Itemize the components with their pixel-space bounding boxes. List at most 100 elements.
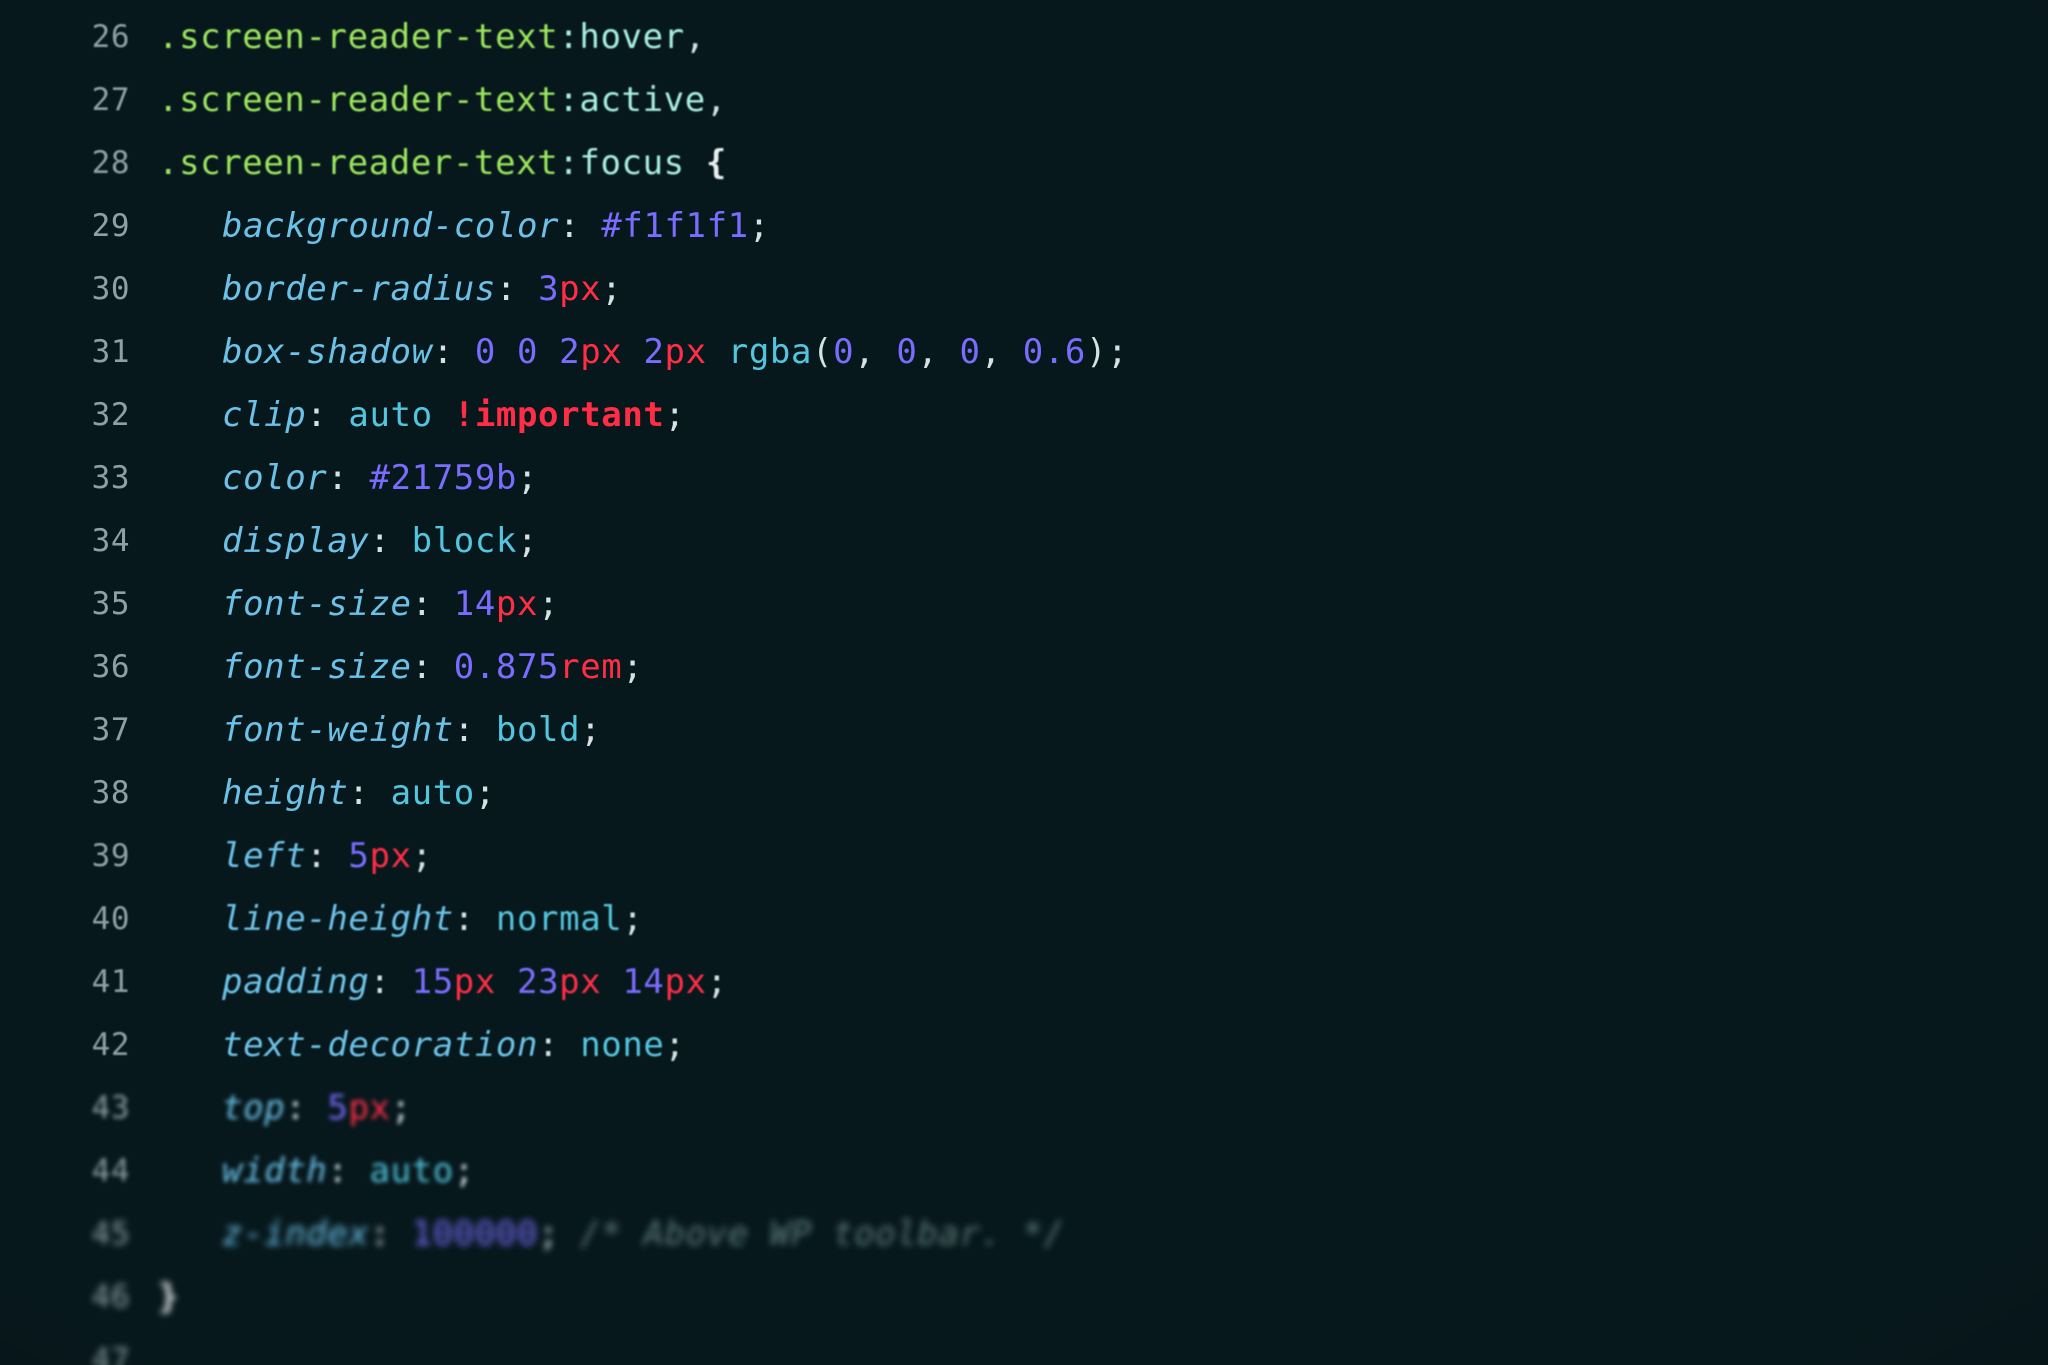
- code-line[interactable]: background-color: #f1f1f1;: [158, 195, 2048, 258]
- css-value-token: 2: [643, 332, 664, 372]
- line-number: 34: [92, 510, 130, 573]
- css-value-token: 0: [517, 332, 538, 372]
- semicolon: ;: [580, 710, 601, 750]
- line-number: 46: [92, 1266, 130, 1329]
- selector-trail: ,: [706, 80, 727, 120]
- code-line[interactable]: font-weight: bold;: [158, 699, 2048, 762]
- css-value-token: px: [580, 332, 622, 372]
- colon: :: [306, 836, 348, 876]
- line-number: 44: [92, 1140, 130, 1203]
- code-area[interactable]: .screen-reader-text:hover,.screen-reader…: [158, 6, 2048, 1365]
- semicolon: ;: [622, 647, 643, 687]
- code-line[interactable]: z-index: 100000; /* Above WP toolbar. */: [158, 1203, 2048, 1266]
- code-line[interactable]: border-radius: 3px;: [158, 258, 2048, 321]
- css-value-token: auto: [370, 1151, 454, 1191]
- css-pseudo: :hover: [558, 17, 684, 57]
- colon: :: [285, 1088, 327, 1128]
- code-line[interactable]: .screen-reader-text:hover,: [158, 6, 2048, 69]
- css-pseudo: :focus: [558, 143, 684, 183]
- semicolon: ;: [475, 773, 496, 813]
- line-number: 35: [92, 573, 130, 636]
- close-brace: }: [158, 1277, 179, 1317]
- code-line[interactable]: }: [158, 1266, 2048, 1329]
- semicolon: ;: [664, 395, 685, 435]
- css-value-token: px: [559, 962, 601, 1002]
- colon: :: [370, 1214, 412, 1254]
- code-line[interactable]: font-size: 14px;: [158, 573, 2048, 636]
- semicolon: ;: [412, 836, 433, 876]
- selector-trail: ,: [685, 17, 706, 57]
- code-line[interactable]: height: auto;: [158, 762, 2048, 825]
- semicolon: ;: [601, 269, 622, 309]
- colon: :: [412, 647, 454, 687]
- css-value-token: 0: [960, 332, 981, 372]
- css-value-token: 14: [454, 584, 496, 624]
- colon: :: [412, 584, 454, 624]
- code-line[interactable]: width: auto;: [158, 1140, 2048, 1203]
- line-number: 26: [92, 6, 130, 69]
- line-number: 28: [92, 132, 130, 195]
- css-property: border-radius: [222, 269, 496, 309]
- css-value-token: 5: [327, 1088, 348, 1128]
- code-line[interactable]: color: #21759b;: [158, 447, 2048, 510]
- css-property: padding: [222, 962, 370, 1002]
- css-value-token: 23: [517, 962, 559, 1002]
- code-line[interactable]: display: block;: [158, 510, 2048, 573]
- css-value-token: 100000: [412, 1214, 538, 1254]
- code-line[interactable]: box-shadow: 0 0 2px 2px rgba(0, 0, 0, 0.…: [158, 321, 2048, 384]
- code-line[interactable]: line-height: normal;: [158, 888, 2048, 951]
- css-pseudo: :active: [558, 80, 706, 120]
- css-property: font-size: [222, 584, 412, 624]
- colon: :: [454, 710, 496, 750]
- css-value-token: px: [665, 332, 707, 372]
- line-number: 27: [92, 69, 130, 132]
- code-line[interactable]: padding: 15px 23px 14px;: [158, 951, 2048, 1014]
- css-comment: /* Above WP toolbar. */: [580, 1214, 1065, 1254]
- code-line[interactable]: clip: auto !important;: [158, 384, 2048, 447]
- css-selector: .screen-reader-text: [158, 80, 558, 120]
- css-property: font-weight: [222, 710, 454, 750]
- line-number: 42: [92, 1014, 130, 1077]
- line-number: 45: [92, 1203, 130, 1266]
- css-selector: .screen-reader-text: [158, 17, 558, 57]
- css-value-token: 0.6: [1023, 332, 1086, 372]
- code-editor[interactable]: 2627282930313233343536373839404142434445…: [0, 0, 2048, 1365]
- css-property: top: [222, 1088, 285, 1128]
- css-value-token: 2: [559, 332, 580, 372]
- code-line[interactable]: .screen-reader-text:active,: [158, 69, 2048, 132]
- colon: :: [538, 1025, 580, 1065]
- line-number: 37: [92, 699, 130, 762]
- code-line[interactable]: top: 5px;: [158, 1077, 2048, 1140]
- css-value-token: 0: [475, 332, 496, 372]
- css-value-token: px: [454, 962, 496, 1002]
- css-value-token: px: [370, 836, 412, 876]
- semicolon: ;: [749, 206, 770, 246]
- code-line[interactable]: text-decoration: none;: [158, 1014, 2048, 1077]
- colon: :: [496, 269, 538, 309]
- css-property: z-index: [222, 1214, 370, 1254]
- css-property: box-shadow: [222, 332, 433, 372]
- css-value-token: none: [580, 1025, 664, 1065]
- semicolon: ;: [538, 1214, 559, 1254]
- line-number: 33: [92, 447, 130, 510]
- css-value-token: 14: [622, 962, 664, 1002]
- css-value-token: rgba: [728, 332, 812, 372]
- semicolon: ;: [454, 1151, 475, 1191]
- line-number: 39: [92, 825, 130, 888]
- css-value-token: #21759b: [370, 458, 518, 498]
- code-line[interactable]: [158, 1329, 2048, 1365]
- code-line[interactable]: left: 5px;: [158, 825, 2048, 888]
- colon: :: [327, 1151, 369, 1191]
- css-property: left: [222, 836, 306, 876]
- css-value-token: auto: [391, 773, 475, 813]
- css-value-token: #f1f1f1: [601, 206, 749, 246]
- code-line[interactable]: .screen-reader-text:focus {: [158, 132, 2048, 195]
- css-property: clip: [222, 395, 306, 435]
- css-value-token: bold: [496, 710, 580, 750]
- colon: :: [370, 962, 412, 1002]
- css-property: width: [222, 1151, 327, 1191]
- semicolon: ;: [517, 458, 538, 498]
- css-value-token: px: [348, 1088, 390, 1128]
- line-number: 32: [92, 384, 130, 447]
- code-line[interactable]: font-size: 0.875rem;: [158, 636, 2048, 699]
